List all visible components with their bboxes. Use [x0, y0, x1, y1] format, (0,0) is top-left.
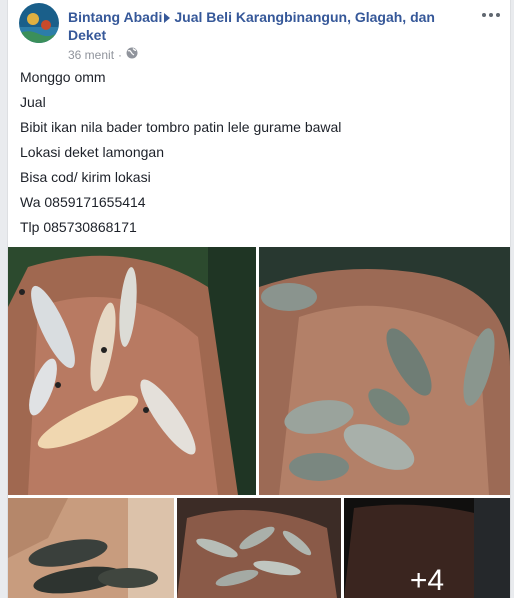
post-meta: 36 menit · [68, 47, 138, 62]
photo-1[interactable] [8, 247, 256, 495]
photo-2[interactable] [259, 247, 510, 495]
post-header: Bintang Abadi Jual Beli Karangbinangun, G… [19, 3, 501, 62]
author-link[interactable]: Bintang Abadi [68, 9, 162, 25]
post-card: Bintang Abadi Jual Beli Karangbinangun, G… [7, 0, 511, 598]
group-arrow-icon [164, 13, 171, 24]
body-line: Wa 0859171655414 [20, 194, 146, 210]
photo-4[interactable] [177, 498, 341, 598]
body-line: Lokasi deket lamongan [20, 144, 164, 160]
avatar[interactable] [19, 3, 59, 43]
body-line: Jual [20, 94, 46, 110]
post-title: Bintang Abadi Jual Beli Karangbinangun, G… [68, 8, 468, 44]
meta-separator: · [118, 47, 123, 62]
more-photos-count: +4 [409, 564, 445, 597]
body-line: Tlp 085730868171 [20, 219, 137, 235]
body-line: Bisa cod/ kirim lokasi [20, 169, 151, 185]
photo-5-more[interactable]: +4 [344, 498, 510, 598]
photo-grid: +4 [8, 247, 510, 598]
timestamp[interactable]: 36 menit [68, 48, 114, 62]
body-line: Bibit ikan nila bader tombro patin lele … [20, 119, 342, 135]
globe-icon[interactable] [126, 47, 138, 62]
post-body: Monggo omm Jual Bibit ikan nila bader to… [20, 66, 490, 241]
more-options-icon[interactable] [481, 5, 501, 23]
photo-3[interactable] [8, 498, 174, 598]
body-line: Monggo omm [20, 69, 106, 85]
